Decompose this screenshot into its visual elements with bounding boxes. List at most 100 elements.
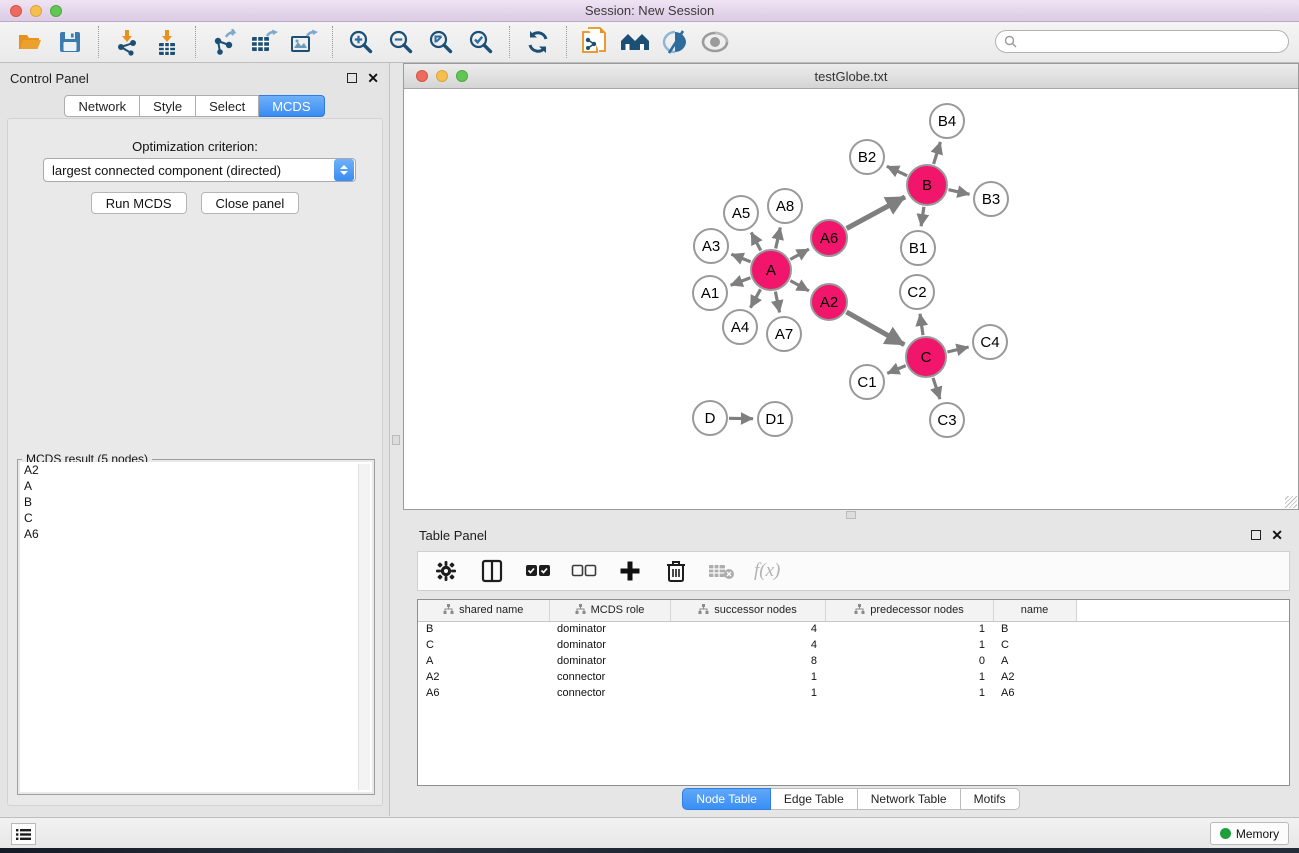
edge-A-A4[interactable]: [751, 289, 761, 307]
table-cell[interactable]: 8: [670, 653, 825, 669]
close-table-panel-icon[interactable]: ✕: [1271, 530, 1283, 540]
edge-C-C1[interactable]: [887, 366, 905, 374]
show-graphics-details-icon[interactable]: [695, 25, 735, 59]
graph-node-A5[interactable]: A5: [724, 196, 758, 230]
open-file-icon[interactable]: [10, 25, 50, 59]
table-settings-icon[interactable]: [432, 557, 460, 585]
table-row[interactable]: Adominator80A: [418, 653, 1289, 669]
graph-node-C[interactable]: C: [906, 337, 946, 377]
mcds-result-item[interactable]: A: [20, 478, 372, 494]
zoom-in-icon[interactable]: [341, 25, 381, 59]
delete-table-icon[interactable]: [708, 557, 736, 585]
table-cell[interactable]: dominator: [549, 637, 670, 653]
edge-A-A3[interactable]: [731, 254, 750, 262]
table-cell[interactable]: dominator: [549, 653, 670, 669]
first-neighbors-icon[interactable]: [615, 25, 655, 59]
table-cell[interactable]: 0: [825, 653, 993, 669]
graph-node-B[interactable]: B: [907, 165, 947, 205]
table-cell[interactable]: C: [993, 637, 1076, 653]
graph-node-B4[interactable]: B4: [930, 104, 964, 138]
table-row[interactable]: A2connector11A2: [418, 669, 1289, 685]
graph-node-A[interactable]: A: [751, 250, 791, 290]
graph-node-A1[interactable]: A1: [693, 276, 727, 310]
save-session-icon[interactable]: [50, 25, 90, 59]
table-cell[interactable]: connector: [549, 685, 670, 701]
table-cell[interactable]: A2: [993, 669, 1076, 685]
mcds-result-item[interactable]: A6: [20, 526, 372, 542]
table-cell[interactable]: 1: [825, 685, 993, 701]
network-canvas[interactable]: ABCA2A6A1A3A4A5A7A8B1B2B3B4C1C2C3C4DD1: [405, 90, 1297, 508]
tab-edge-table[interactable]: Edge Table: [771, 788, 858, 810]
edge-A-A5[interactable]: [751, 233, 761, 251]
graph-node-B3[interactable]: B3: [974, 182, 1008, 216]
table-row[interactable]: Bdominator41B: [418, 621, 1289, 637]
edge-A-A6[interactable]: [790, 249, 809, 259]
table-row[interactable]: A6connector11A6: [418, 685, 1289, 701]
search-input[interactable]: [1017, 31, 1288, 52]
column-header-predecessor-nodes[interactable]: predecessor nodes: [825, 600, 993, 621]
memory-button[interactable]: Memory: [1210, 822, 1289, 845]
table-cell[interactable]: B: [418, 621, 549, 637]
column-header-shared-name[interactable]: shared name: [418, 600, 549, 621]
table-cell[interactable]: 1: [670, 685, 825, 701]
table-cell[interactable]: A6: [418, 685, 549, 701]
import-table-icon[interactable]: [147, 25, 187, 59]
resize-handle[interactable]: [1285, 496, 1297, 508]
tab-network[interactable]: Network: [64, 95, 140, 117]
graph-node-C2[interactable]: C2: [900, 275, 934, 309]
split-handle[interactable]: [392, 435, 400, 445]
table-cell[interactable]: 1: [825, 637, 993, 653]
zoom-selected-icon[interactable]: [461, 25, 501, 59]
zoom-out-icon[interactable]: [381, 25, 421, 59]
close-panel-icon[interactable]: ✕: [367, 73, 379, 83]
delete-column-icon[interactable]: [662, 557, 690, 585]
tab-network-table[interactable]: Network Table: [858, 788, 961, 810]
table-cell[interactable]: 4: [670, 621, 825, 637]
graph-node-D[interactable]: D: [693, 401, 727, 435]
table-cell[interactable]: 1: [825, 669, 993, 685]
graph-node-A2[interactable]: A2: [811, 284, 847, 320]
edge-B-B1[interactable]: [921, 207, 924, 226]
edge-A-A7[interactable]: [775, 292, 779, 313]
table-cell[interactable]: dominator: [549, 621, 670, 637]
export-image-icon[interactable]: [284, 25, 324, 59]
graph-node-C4[interactable]: C4: [973, 325, 1007, 359]
table-cell[interactable]: B: [993, 621, 1076, 637]
float-panel-icon[interactable]: [347, 73, 357, 83]
mcds-result-item[interactable]: B: [20, 494, 372, 510]
result-scrollbar[interactable]: [358, 464, 370, 790]
new-network-from-selection-icon[interactable]: [575, 25, 615, 59]
edge-C-C4[interactable]: [947, 347, 968, 352]
graph-node-C3[interactable]: C3: [930, 403, 964, 437]
vertical-split-divider[interactable]: [390, 63, 403, 816]
tab-style[interactable]: Style: [140, 95, 196, 117]
graph-node-A6[interactable]: A6: [811, 220, 847, 256]
edge-A6-B[interactable]: [847, 197, 905, 229]
edge-A-A2[interactable]: [790, 281, 809, 291]
table-cell[interactable]: A2: [418, 669, 549, 685]
column-header-successor-nodes[interactable]: successor nodes: [670, 600, 825, 621]
graph-node-A8[interactable]: A8: [768, 189, 802, 223]
export-table-icon[interactable]: [244, 25, 284, 59]
tab-mcds[interactable]: MCDS: [259, 95, 324, 117]
edge-A-A8[interactable]: [776, 228, 781, 249]
column-header-MCDS-role[interactable]: MCDS role: [549, 600, 670, 621]
mcds-result-item[interactable]: C: [20, 510, 372, 526]
graph-node-A7[interactable]: A7: [767, 317, 801, 351]
tab-motifs[interactable]: Motifs: [961, 788, 1020, 810]
table-cell[interactable]: C: [418, 637, 549, 653]
graph-node-B1[interactable]: B1: [901, 231, 935, 265]
edge-C-C2[interactable]: [920, 314, 923, 335]
table-cell[interactable]: A: [418, 653, 549, 669]
import-network-icon[interactable]: [107, 25, 147, 59]
table-cell[interactable]: 1: [670, 669, 825, 685]
edge-A2-C[interactable]: [846, 312, 904, 345]
unselect-all-columns-icon[interactable]: [570, 557, 598, 585]
mcds-result-item[interactable]: A2: [20, 462, 372, 478]
edge-A-A1[interactable]: [731, 278, 751, 285]
edge-C-C3[interactable]: [933, 378, 940, 399]
select-all-columns-icon[interactable]: [524, 557, 552, 585]
graph-node-B2[interactable]: B2: [850, 140, 884, 174]
table-cell[interactable]: 1: [825, 621, 993, 637]
horizontal-split-divider[interactable]: [403, 510, 1299, 520]
